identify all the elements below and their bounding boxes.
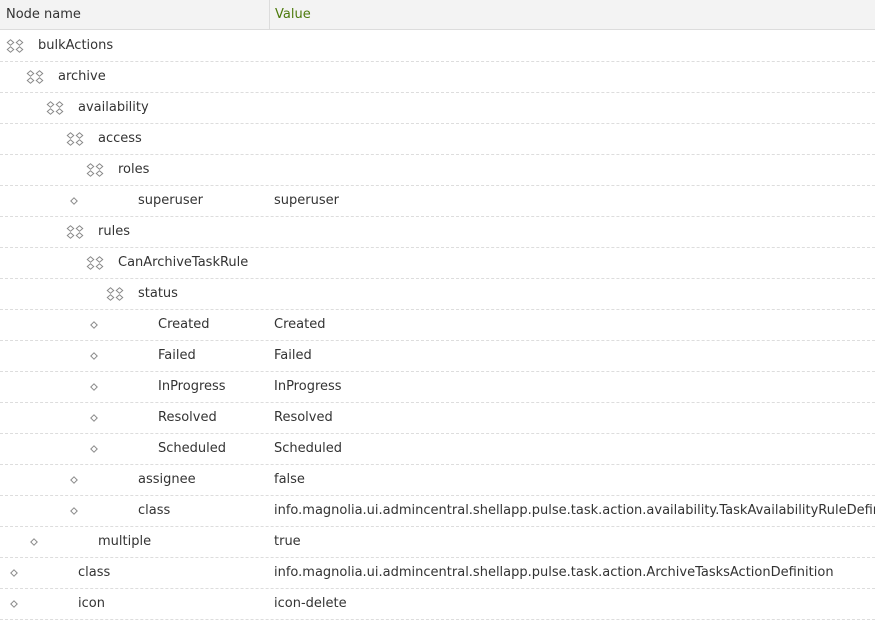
- tree-row[interactable]: rules: [0, 217, 875, 248]
- tree-row[interactable]: superuser superuser: [0, 186, 875, 217]
- tree-row[interactable]: Scheduled Scheduled: [0, 434, 875, 465]
- folder-node-icon: [66, 124, 84, 154]
- node-name: Scheduled: [158, 441, 226, 456]
- node-name: Resolved: [158, 410, 217, 425]
- node-name: archive: [58, 69, 106, 84]
- column-divider[interactable]: [269, 0, 270, 29]
- tree-row[interactable]: class info.magnolia.ui.admincentral.shell…: [0, 496, 875, 527]
- tree-row[interactable]: class info.magnolia.ui.admincentral.shell…: [0, 558, 875, 589]
- node-name: assignee: [138, 472, 196, 487]
- tree-row[interactable]: icon icon-delete: [0, 589, 875, 620]
- node-name: class: [138, 503, 171, 518]
- node-value: Failed: [274, 348, 312, 363]
- node-name: icon: [78, 596, 105, 611]
- tree-row[interactable]: access: [0, 124, 875, 155]
- tree-row[interactable]: status: [0, 279, 875, 310]
- property-node-icon: [30, 527, 38, 557]
- node-name: Failed: [158, 348, 196, 363]
- tree-row[interactable]: roles: [0, 155, 875, 186]
- property-node-icon: [70, 496, 78, 526]
- node-value: true: [274, 534, 301, 549]
- folder-node-icon: [86, 155, 104, 185]
- tree-row[interactable]: CanArchiveTaskRule: [0, 248, 875, 279]
- tree-row[interactable]: InProgress InProgress: [0, 372, 875, 403]
- node-value: false: [274, 472, 305, 487]
- node-value: Scheduled: [274, 441, 342, 456]
- property-node-icon: [70, 186, 78, 216]
- tree-row[interactable]: multiple true: [0, 527, 875, 558]
- property-node-icon: [90, 403, 98, 433]
- tree-row[interactable]: availability: [0, 93, 875, 124]
- property-node-icon: [90, 434, 98, 464]
- property-node-icon: [10, 558, 18, 588]
- node-name: bulkActions: [38, 38, 114, 53]
- node-name: access: [98, 131, 142, 146]
- property-node-icon: [90, 310, 98, 340]
- folder-node-icon: [86, 248, 104, 278]
- tree-row[interactable]: Created Created: [0, 310, 875, 341]
- property-node-icon: [10, 589, 18, 619]
- node-name: rules: [98, 224, 130, 239]
- node-name: InProgress: [158, 379, 226, 394]
- node-name: multiple: [98, 534, 152, 549]
- folder-node-icon: [46, 93, 64, 123]
- node-value: Created: [274, 317, 326, 332]
- node-value: info.magnolia.ui.admincentral.shellapp.p…: [274, 565, 834, 580]
- node-value: superuser: [274, 193, 339, 208]
- folder-node-icon: [26, 62, 44, 92]
- node-value: icon-delete: [274, 596, 347, 611]
- node-value: info.magnolia.ui.admincentral.shellapp.p…: [274, 503, 875, 518]
- column-header-node-name[interactable]: Node name: [6, 0, 81, 29]
- node-value: InProgress: [274, 379, 342, 394]
- tree-table: bulkActions archive availability access role…: [0, 31, 875, 620]
- node-name: class: [78, 565, 111, 580]
- property-node-icon: [90, 341, 98, 371]
- column-header-value[interactable]: Value: [275, 0, 311, 29]
- node-name: status: [138, 286, 178, 301]
- column-header: Node name Value: [0, 0, 875, 30]
- tree-row[interactable]: bulkActions: [0, 31, 875, 62]
- node-name: CanArchiveTaskRule: [118, 255, 249, 270]
- node-name: roles: [118, 162, 150, 177]
- tree-row[interactable]: Failed Failed: [0, 341, 875, 372]
- folder-node-icon: [106, 279, 124, 309]
- property-node-icon: [70, 465, 78, 495]
- folder-node-icon: [6, 31, 24, 61]
- tree-row[interactable]: Resolved Resolved: [0, 403, 875, 434]
- tree-row[interactable]: archive: [0, 62, 875, 93]
- property-node-icon: [90, 372, 98, 402]
- node-name: superuser: [138, 193, 203, 208]
- node-value: Resolved: [274, 410, 333, 425]
- tree-row[interactable]: assignee false: [0, 465, 875, 496]
- node-name: Created: [158, 317, 210, 332]
- node-name: availability: [78, 100, 149, 115]
- folder-node-icon: [66, 217, 84, 247]
